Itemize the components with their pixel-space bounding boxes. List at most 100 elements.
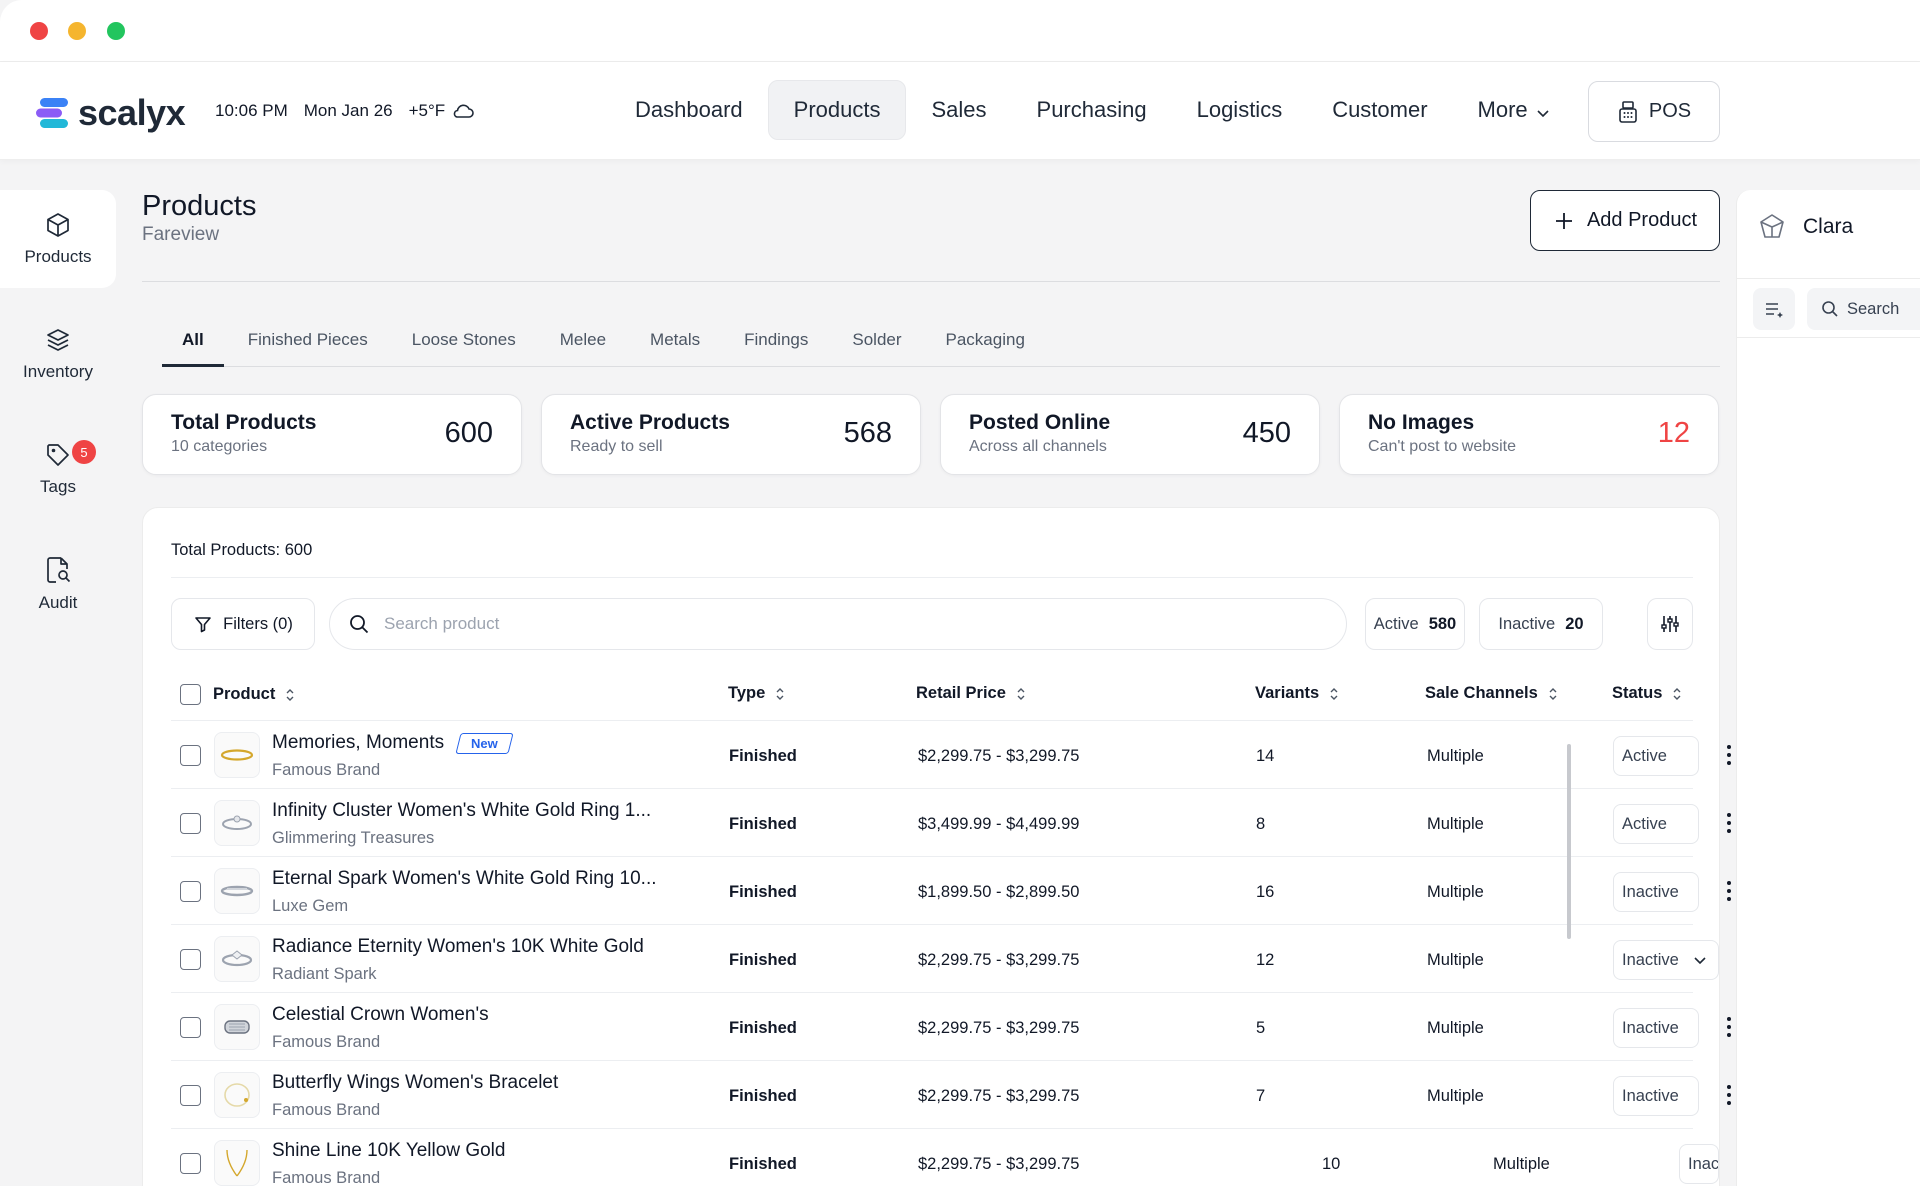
nav-more[interactable]: More [1453, 80, 1575, 140]
status-badge[interactable]: Active [1613, 736, 1699, 776]
product-name: Memories, Moments New [272, 732, 514, 754]
header-product[interactable]: Product [180, 684, 296, 705]
clock-widget: 10:06 PM Mon Jan 26 +5°F [215, 101, 475, 121]
ring-image-icon [220, 885, 254, 897]
main-nav: Dashboard Products Sales Purchasing Logi… [610, 80, 1575, 140]
title-bar [0, 0, 1920, 62]
logo-text: scalyx [78, 92, 186, 133]
tab-metals[interactable]: Metals [630, 326, 720, 367]
ring-image-icon [224, 1020, 250, 1034]
stat-subtitle: Across all channels [969, 438, 1107, 455]
close-window-button[interactable] [30, 22, 48, 40]
nav-purchasing[interactable]: Purchasing [1012, 80, 1172, 140]
tab-solder[interactable]: Solder [832, 326, 921, 367]
product-type: Finished [729, 951, 797, 969]
column-header-label: Variants [1255, 684, 1320, 702]
add-product-button[interactable]: Add Product [1530, 190, 1720, 251]
sidebar-item-audit[interactable]: Audit [0, 535, 116, 633]
inactive-count-pill[interactable]: Inactive 20 [1479, 598, 1603, 650]
assistant-search-button[interactable]: Search [1807, 288, 1920, 330]
tab-all[interactable]: All [162, 326, 224, 367]
tab-melee[interactable]: Melee [540, 326, 626, 367]
nav-dashboard[interactable]: Dashboard [610, 80, 768, 140]
category-tabs: All Finished Pieces Loose Stones Melee M… [162, 326, 1720, 367]
stat-card-posted-online[interactable]: Posted Online Across all channels 450 [940, 394, 1320, 475]
product-name: Celestial Crown Women's [272, 1004, 489, 1025]
tab-finished-pieces[interactable]: Finished Pieces [228, 326, 388, 367]
header-sale-channels[interactable]: Sale Channels [1425, 684, 1559, 703]
maximize-window-button[interactable] [107, 22, 125, 40]
product-channels: Multiple [1427, 1019, 1484, 1037]
search-product-input[interactable] [384, 614, 1284, 634]
header-status[interactable]: Status [1612, 684, 1683, 703]
product-thumbnail [214, 732, 260, 778]
row-checkbox[interactable] [180, 745, 201, 766]
status-badge[interactable]: Inac [1679, 1144, 1719, 1184]
status-badge[interactable]: Active [1613, 804, 1699, 844]
products-table-panel: Total Products: 600 Filters (0) Active 5… [142, 507, 1731, 1186]
nav-logistics[interactable]: Logistics [1172, 80, 1308, 140]
status-badge[interactable]: Inactive [1613, 1008, 1699, 1048]
app-window: scalyx 10:06 PM Mon Jan 26 +5°F Dashboar… [0, 0, 1920, 1186]
row-checkbox[interactable] [180, 1153, 201, 1174]
minimize-window-button[interactable] [68, 22, 86, 40]
nav-products[interactable]: Products [767, 80, 907, 140]
active-count-pill[interactable]: Active 580 [1365, 598, 1465, 650]
row-checkbox[interactable] [180, 949, 201, 970]
header-divider [142, 281, 1720, 282]
table-scrollbar[interactable] [1567, 744, 1571, 939]
nav-sales[interactable]: Sales [906, 80, 1011, 140]
assistant-panel: Clara Search [1736, 190, 1920, 1186]
header-retail-price[interactable]: Retail Price [916, 684, 1027, 703]
stat-title: Total Products [171, 411, 317, 434]
sidebar-item-inventory[interactable]: Inventory [0, 305, 116, 403]
row-checkbox[interactable] [180, 1085, 201, 1106]
header-type[interactable]: Type [728, 684, 786, 703]
header-variants[interactable]: Variants [1255, 684, 1340, 703]
tab-findings[interactable]: Findings [724, 326, 828, 367]
sidebar-item-products[interactable]: Products [0, 190, 116, 288]
column-settings-button[interactable] [1647, 598, 1693, 650]
product-thumbnail [214, 1140, 260, 1186]
product-name: Radiance Eternity Women's 10K White Gold [272, 936, 644, 957]
assistant-filter-button[interactable] [1753, 288, 1795, 330]
page-subtitle: Fareview [142, 224, 220, 245]
stat-value: 12 [1657, 417, 1690, 449]
table-row[interactable]: Shine Line 10K Yellow Gold Famous Brand … [171, 1129, 1719, 1186]
table-row[interactable]: Butterfly Wings Women's Bracelet Famous … [171, 1061, 1731, 1129]
select-all-checkbox[interactable] [180, 684, 201, 705]
stat-title: Active Products [570, 411, 730, 434]
logo[interactable]: scalyx [36, 92, 186, 134]
table-row[interactable]: Infinity Cluster Women's White Gold Ring… [171, 789, 1731, 857]
stat-card-active-products[interactable]: Active Products Ready to sell 568 [541, 394, 921, 475]
product-brand: Luxe Gem [272, 897, 349, 915]
sidebar-item-label: Tags [40, 477, 76, 496]
inactive-label: Inactive [1498, 614, 1556, 633]
tab-packaging[interactable]: Packaging [926, 326, 1045, 367]
filter-icon [195, 617, 211, 633]
stat-card-no-images[interactable]: No Images Can't post to website 12 [1339, 394, 1719, 475]
table-row[interactable]: Celestial Crown Women's Famous Brand Fin… [171, 993, 1731, 1061]
filters-button[interactable]: Filters (0) [171, 598, 315, 650]
status-badge[interactable]: Inactive [1613, 872, 1699, 912]
product-price: $2,299.75 - $3,299.75 [918, 951, 1080, 969]
search-product-box [329, 598, 1347, 650]
table-row[interactable]: Eternal Spark Women's White Gold Ring 10… [171, 857, 1731, 925]
pos-button[interactable]: POS [1588, 81, 1720, 142]
status-dropdown[interactable]: Inactive [1613, 940, 1719, 980]
sort-icon [776, 687, 784, 700]
product-price: $2,299.75 - $3,299.75 [918, 747, 1080, 765]
row-checkbox[interactable] [180, 1017, 201, 1038]
column-header-label: Type [728, 684, 766, 702]
row-checkbox[interactable] [180, 813, 201, 834]
product-thumbnail [214, 1072, 260, 1118]
table-row[interactable]: Memories, Moments New Famous Brand Finis… [171, 721, 1731, 789]
table-row[interactable]: Radiance Eternity Women's 10K White Gold… [171, 925, 1719, 993]
stat-card-total-products[interactable]: Total Products 10 categories 600 [142, 394, 522, 475]
row-checkbox[interactable] [180, 881, 201, 902]
nav-customer[interactable]: Customer [1307, 80, 1452, 140]
tab-loose-stones[interactable]: Loose Stones [392, 326, 536, 367]
status-badge[interactable]: Inactive [1613, 1076, 1699, 1116]
sidebar-item-tags[interactable]: 5 Tags [0, 420, 116, 518]
sort-icon [286, 688, 294, 701]
